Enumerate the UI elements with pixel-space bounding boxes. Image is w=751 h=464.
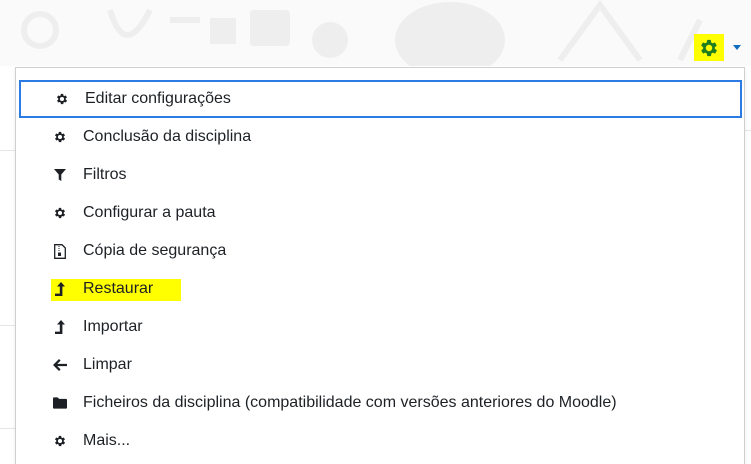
divider — [0, 150, 15, 151]
arrow-left-icon — [53, 357, 67, 373]
menu-item-label: Conclusão da disciplina — [83, 128, 252, 145]
divider — [0, 325, 15, 326]
folder-icon — [53, 395, 67, 411]
divider — [0, 428, 15, 429]
gear-icon — [701, 39, 717, 56]
course-header-banner — [0, 0, 751, 66]
menu-item-label: Editar configurações — [85, 90, 231, 107]
menu-item-label: Mais... — [83, 432, 131, 449]
gear-icon — [53, 433, 67, 449]
menu-item-reset[interactable]: Limpar — [19, 346, 742, 384]
menu-item-restore[interactable]: Restaurar — [19, 270, 742, 308]
menu-item-import[interactable]: Importar — [19, 308, 742, 346]
menu-item-more[interactable]: Mais... — [19, 422, 742, 460]
filter-icon — [53, 167, 67, 183]
menu-item-label: Filtros — [83, 166, 127, 183]
settings-menu-button[interactable] — [694, 34, 724, 61]
menu-item-filters[interactable]: Filtros — [19, 156, 742, 194]
gear-icon — [53, 205, 67, 221]
chevron-down-icon[interactable] — [733, 45, 741, 50]
menu-item-label: Limpar — [83, 356, 132, 373]
menu-item-label: Configurar a pauta — [83, 204, 216, 221]
menu-item-label: Cópia de segurança — [83, 242, 227, 259]
level-up-icon — [53, 319, 67, 335]
gear-icon — [53, 129, 67, 145]
menu-item-legacy-course-files[interactable]: Ficheiros da disciplina (compatibilidade… — [19, 384, 742, 422]
divider — [745, 130, 751, 131]
menu-item-label: Importar — [83, 318, 143, 335]
file-archive-icon — [53, 243, 67, 259]
menu-item-edit-settings[interactable]: Editar configurações — [19, 80, 742, 118]
settings-dropdown-menu: Editar configurações Conclusão da discip… — [15, 67, 745, 464]
menu-item-backup[interactable]: Cópia de segurança — [19, 232, 742, 270]
menu-item-label: Ficheiros da disciplina (compatibilidade… — [83, 394, 617, 411]
menu-item-course-completion[interactable]: Conclusão da disciplina — [19, 118, 742, 156]
menu-item-label: Restaurar — [83, 280, 154, 297]
gear-icon — [55, 91, 69, 107]
menu-item-gradebook-setup[interactable]: Configurar a pauta — [19, 194, 742, 232]
decorative-background-illustration — [21, 0, 703, 66]
level-up-icon — [53, 281, 67, 297]
